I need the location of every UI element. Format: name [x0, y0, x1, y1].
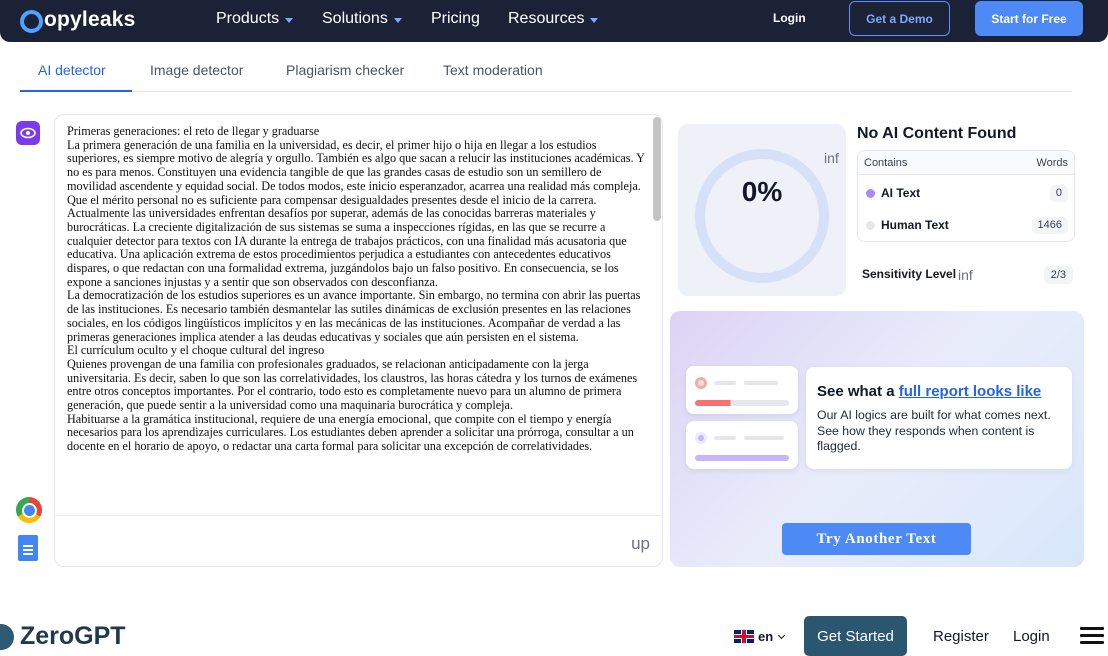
nav-solutions[interactable]: Solutions — [322, 9, 402, 29]
chevron-down-icon — [778, 631, 786, 639]
zerogpt-logo-text: ZeroGPT — [20, 622, 126, 650]
preview-line — [714, 381, 736, 385]
register-link[interactable]: Register — [933, 628, 989, 645]
editor-paragraph: Actualmente las universidades enfrentan … — [67, 206, 627, 289]
zerogpt-logo[interactable]: ZeroGPT — [0, 622, 126, 651]
preview-line — [744, 381, 778, 385]
zerogpt-login-link[interactable]: Login — [1013, 628, 1050, 645]
start-for-free-button[interactable]: Start for Free — [975, 1, 1083, 36]
uk-flag-icon — [734, 630, 754, 643]
promo-title: See what a full report looks like — [817, 383, 1041, 400]
report-preview-card-ai — [686, 366, 798, 414]
editor-paragraph: Primeras generaciones: el reto de llegar… — [67, 125, 320, 138]
editor-paragraph: La democratización de los estudios super… — [67, 288, 641, 344]
preview-line — [744, 436, 784, 440]
full-report-link[interactable]: full report looks like — [899, 383, 1042, 400]
full-report-promo: See what a full report looks like Our AI… — [670, 311, 1084, 567]
menu-line — [1080, 641, 1104, 644]
nav-resources-label: Resources — [508, 10, 585, 27]
tab-text-moderation[interactable]: Text moderation — [443, 62, 543, 78]
editor-scrollbar[interactable] — [653, 117, 661, 515]
result-table-header: Contains Words — [858, 151, 1074, 175]
table-row-ai-text: AI Text 0 — [858, 179, 1074, 209]
copyleaks-logo-text: opyleaks — [44, 8, 136, 31]
chrome-extension-icon[interactable] — [16, 497, 42, 523]
result-title: No AI Content Found — [857, 125, 1017, 142]
nav-solutions-label: Solutions — [322, 10, 388, 27]
nav-pricing[interactable]: Pricing — [431, 9, 480, 29]
preview-line — [714, 436, 736, 440]
google-docs-icon[interactable] — [18, 535, 38, 561]
table-row-human-text: Human Text 1466 — [858, 211, 1074, 241]
upload-label[interactable]: up — [631, 534, 650, 554]
text-input-area[interactable]: Primeras generaciones: el reto de llegar… — [54, 114, 663, 567]
promo-description: Our AI logics are built for what comes n… — [817, 408, 1051, 454]
copyleaks-logo-icon — [20, 9, 43, 33]
result-breakdown-table: Contains Words AI Text 0 Human Text 1466 — [857, 150, 1075, 242]
ai-score-percent: 0% — [741, 176, 783, 207]
editor-paragraph: El currículum oculto y el choque cultura… — [67, 343, 325, 358]
human-text-dot-icon — [866, 221, 875, 230]
ai-text-dot-icon — [866, 189, 875, 198]
try-another-text-button[interactable]: Try Another Text — [782, 523, 971, 555]
human-text-count: 1466 — [1031, 217, 1068, 234]
nav-pricing-label: Pricing — [431, 10, 480, 27]
tab-ai-detector[interactable]: AI detector — [38, 62, 106, 78]
report-preview-card-human — [686, 421, 798, 469]
chevron-down-icon — [393, 17, 402, 23]
alert-dot-icon — [695, 377, 707, 389]
chevron-down-icon — [590, 17, 599, 23]
language-code: en — [758, 629, 774, 644]
editor-paragraph: Habituarse a la gramática institucional,… — [67, 411, 634, 454]
language-selector[interactable]: en — [734, 629, 786, 644]
editor-scrollbar-thumb[interactable] — [653, 117, 661, 221]
eye-icon-graphic — [20, 127, 36, 139]
sensitivity-info-label: inf — [958, 267, 973, 283]
result-card: 0% inf No AI Content Found Contains Word… — [670, 114, 1085, 306]
chevron-down-icon — [285, 17, 294, 23]
nav-products-label: Products — [216, 10, 280, 27]
sensitivity-level-value[interactable]: 2/3 — [1043, 266, 1073, 284]
editor-paragraph: Quienes provengan de una familia con pro… — [67, 356, 638, 413]
nav-resources[interactable]: Resources — [508, 9, 599, 29]
promo-title-prefix: See what a — [817, 383, 895, 400]
human-text-label: Human Text — [881, 218, 949, 232]
menu-line — [1080, 634, 1104, 637]
top-navbar: opyleaks Products Solutions Pricing Reso… — [0, 0, 1108, 42]
nav-login-link[interactable]: Login — [773, 11, 806, 25]
gauge-track — [695, 149, 829, 283]
get-a-demo-button[interactable]: Get a Demo — [849, 1, 950, 36]
col-contains: Contains — [864, 157, 908, 169]
ai-text-count: 0 — [1049, 185, 1068, 202]
editor-paragraph: La primera generación de una familia en … — [67, 137, 645, 207]
ai-text-label: AI Text — [881, 186, 921, 200]
editor-footer: up — [55, 515, 662, 567]
eye-icon[interactable] — [16, 121, 40, 145]
gauge-info-label: inf — [824, 150, 839, 166]
col-words: Words — [1036, 157, 1068, 169]
hamburger-menu-icon[interactable] — [1080, 627, 1104, 645]
sensitivity-level-label: Sensitivity Level — [862, 267, 957, 281]
preview-progress-bar — [695, 455, 789, 461]
menu-line — [1080, 627, 1104, 630]
detector-tabs: AI detector Image detector Plagiarism ch… — [20, 50, 1072, 92]
get-started-button[interactable]: Get Started — [804, 616, 907, 656]
score-gauge — [695, 149, 829, 283]
zerogpt-brain-icon — [0, 623, 14, 650]
tab-plagiarism-checker[interactable]: Plagiarism checker — [286, 62, 404, 78]
human-dot-icon — [695, 432, 707, 444]
active-tab-indicator — [20, 90, 132, 92]
nav-products[interactable]: Products — [216, 9, 294, 29]
score-gauge-panel: 0% inf — [678, 124, 846, 296]
preview-progress-bar — [695, 400, 789, 406]
text-input-content[interactable]: Primeras generaciones: el reto de llegar… — [67, 125, 652, 512]
tab-image-detector[interactable]: Image detector — [150, 62, 243, 78]
promo-text-card: See what a full report looks like Our AI… — [806, 367, 1072, 469]
copyleaks-logo[interactable]: opyleaks — [20, 5, 136, 35]
